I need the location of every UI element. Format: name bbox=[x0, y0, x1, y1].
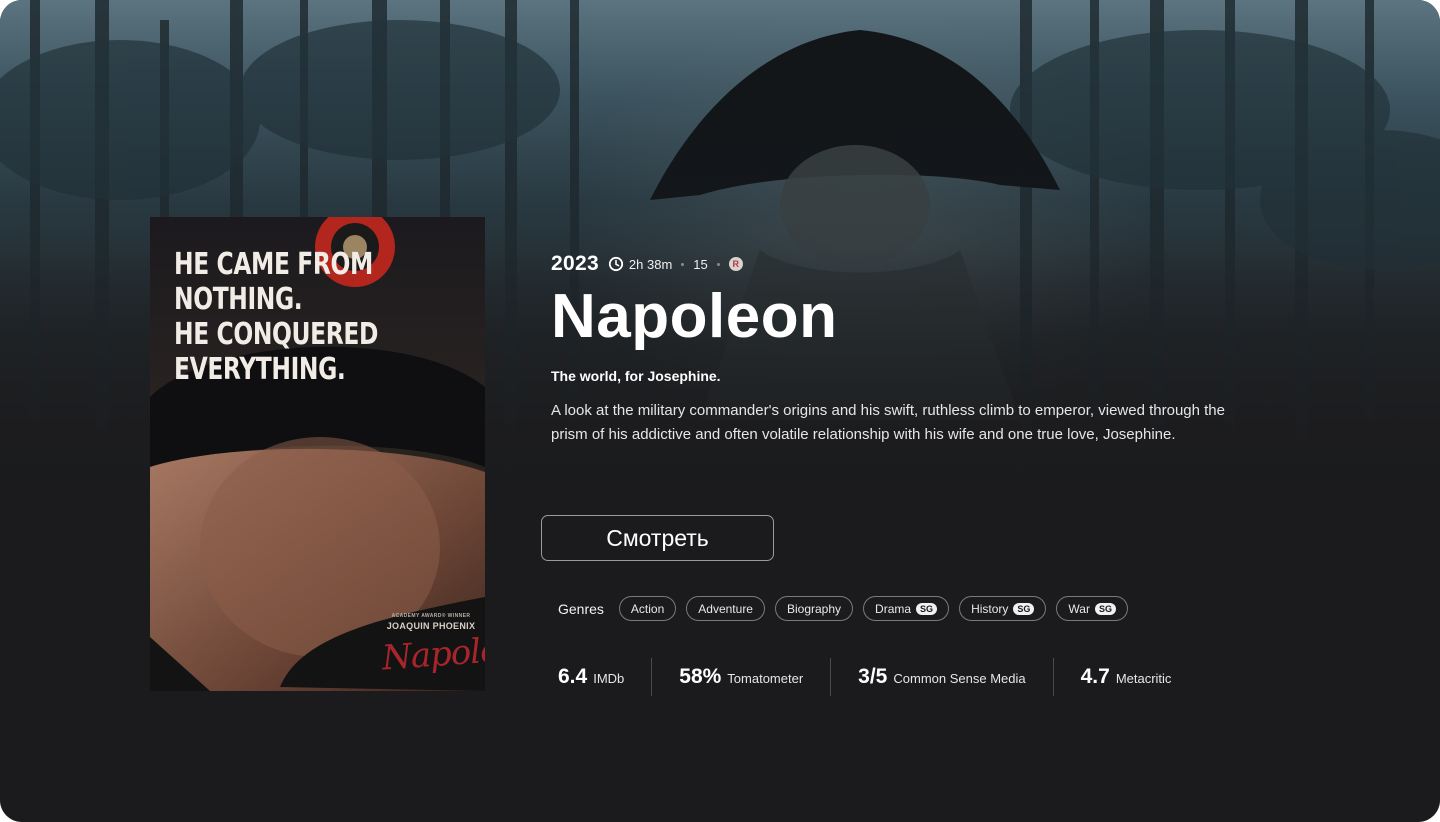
rating-source: Tomatometer bbox=[727, 671, 804, 686]
clock-icon bbox=[608, 256, 624, 272]
rating-common-sense-media: 3/5 Common Sense Media bbox=[858, 665, 1025, 689]
rating-source: Metacritic bbox=[1115, 671, 1172, 686]
watch-button[interactable]: Смотреть bbox=[541, 515, 774, 561]
genre-badge: SG bbox=[1094, 602, 1116, 615]
ratings-row: 6.4 IMDb 58% Tomatometer 3/5 Common Sens… bbox=[558, 658, 1171, 696]
movie-meta-row: 2023 2h 38m 15 R bbox=[551, 250, 1271, 278]
genre-chip-war[interactable]: War SG bbox=[1056, 596, 1128, 621]
poster-tagline-line: HE CONQUERED bbox=[174, 317, 378, 352]
rating-metacritic: 4.7 Metacritic bbox=[1081, 665, 1172, 689]
movie-title: Napoleon bbox=[551, 282, 838, 351]
genres-label: Genres bbox=[558, 600, 604, 617]
genre-name: War bbox=[1068, 601, 1090, 616]
rating-value: 6.4 bbox=[558, 665, 588, 688]
release-year: 2023 bbox=[551, 252, 599, 275]
rating-source: Common Sense Media bbox=[893, 671, 1026, 686]
rating-divider bbox=[830, 658, 832, 696]
genre-name: Action bbox=[630, 601, 665, 616]
rated-badge: R bbox=[728, 257, 743, 271]
rating-tomatometer: 58% Tomatometer bbox=[679, 665, 803, 689]
movie-tagline: The world, for Josephine. bbox=[551, 368, 721, 384]
separator-dot bbox=[681, 262, 685, 266]
poster-tagline-line: HE CAME FROM bbox=[174, 247, 373, 282]
movie-poster: HE CAME FROM NOTHING. HE CONQUERED EVERY… bbox=[150, 217, 485, 691]
genre-badge: SG bbox=[1013, 602, 1035, 615]
rating-divider bbox=[651, 658, 653, 696]
poster-tagline: HE CAME FROM NOTHING. HE CONQUERED EVERY… bbox=[174, 247, 408, 387]
genre-chip-adventure[interactable]: Adventure bbox=[686, 596, 765, 621]
rating-imdb: 6.4 IMDb bbox=[558, 665, 624, 689]
movie-info: 2023 2h 38m 15 R Napoleon The world, for… bbox=[551, 250, 1271, 447]
genre-chip-action[interactable]: Action bbox=[618, 596, 677, 621]
poster-title-signature: Napoleon bbox=[380, 627, 485, 679]
poster-credit-name: JOAQUIN PHOENIX bbox=[386, 621, 476, 631]
age-rating: 15 bbox=[693, 256, 708, 272]
duration: 2h 38m bbox=[628, 256, 673, 272]
movie-description: A look at the military commander's origi… bbox=[551, 402, 1225, 443]
genre-badge: SG bbox=[916, 602, 938, 615]
poster-tagline-line: NOTHING. bbox=[174, 282, 303, 317]
genres-row: Genres Action Adventure Biography Drama … bbox=[558, 596, 1138, 621]
rating-source: IMDb bbox=[593, 671, 625, 686]
genre-name: Adventure bbox=[698, 601, 753, 616]
poster-credit: ACADEMY AWARD® WINNER JOAQUIN PHOENIX bbox=[386, 613, 476, 631]
genre-chip-history[interactable]: History SG bbox=[959, 596, 1047, 621]
genre-chip-biography[interactable]: Biography bbox=[774, 596, 854, 621]
genre-chip-drama[interactable]: Drama SG bbox=[863, 596, 950, 621]
movie-detail-page: HE CAME FROM NOTHING. HE CONQUERED EVERY… bbox=[0, 0, 1440, 822]
rating-divider bbox=[1052, 658, 1054, 696]
rating-value: 58% bbox=[679, 665, 722, 688]
rating-value: 4.7 bbox=[1080, 665, 1110, 688]
genre-name: Biography bbox=[786, 601, 842, 616]
genre-name: Drama bbox=[875, 601, 912, 616]
poster-credit-award: ACADEMY AWARD® WINNER bbox=[391, 613, 471, 619]
separator-dot bbox=[716, 262, 720, 266]
poster-tagline-line: EVERYTHING. bbox=[174, 352, 346, 387]
genre-name: History bbox=[971, 601, 1009, 616]
rating-value: 3/5 bbox=[858, 665, 888, 688]
